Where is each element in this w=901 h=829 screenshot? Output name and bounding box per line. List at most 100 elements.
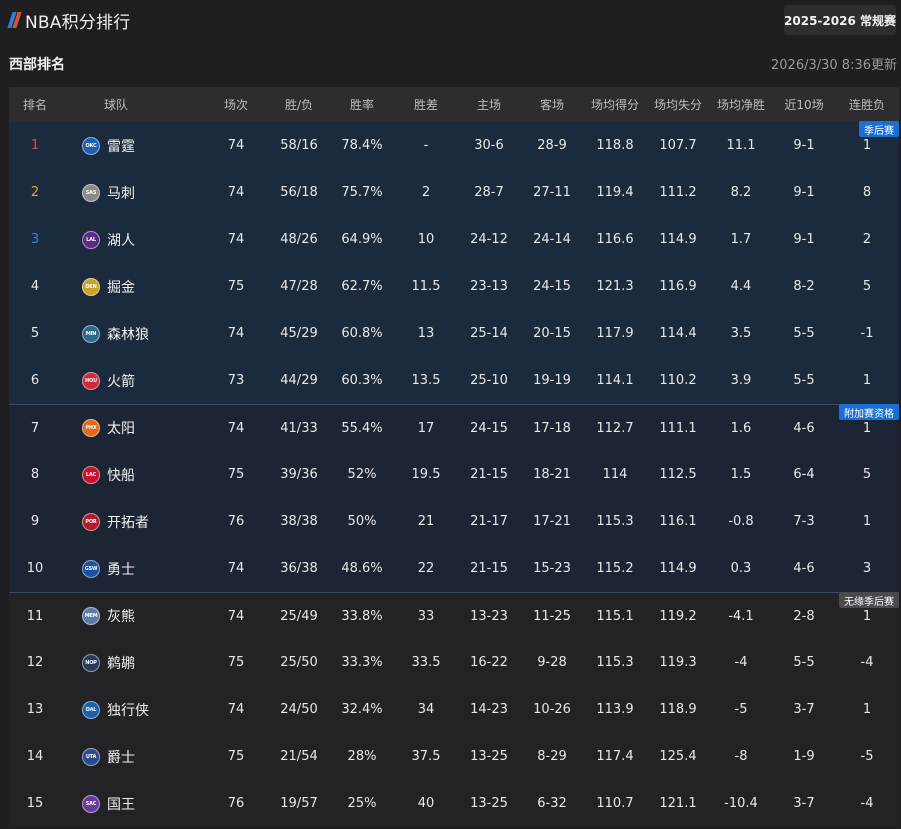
team-cell[interactable]: MIN 森林狼 — [82, 310, 192, 357]
last10-cell: 7-3 — [793, 514, 815, 529]
home-cell: 23-13 — [470, 279, 508, 294]
streak-cell: 1 — [862, 373, 872, 388]
team-cell[interactable]: UTA 爵士 — [82, 733, 192, 780]
team-name[interactable]: 马刺 — [107, 183, 135, 203]
table-row[interactable]: 12 NOP 鹈鹕 75 25/50 33.3% 33.5 16-22 9-28 115.3 119… — [9, 639, 899, 686]
table-row[interactable]: 8 LAC 快船 75 39/36 52% 19.5 21-15 18-21 114 112.5 1.… — [9, 451, 899, 498]
rank-cell: 9 — [30, 514, 40, 529]
team-cell[interactable]: POR 开拓者 — [82, 498, 192, 545]
diff-cell: 0.3 — [730, 561, 752, 576]
streak-cell: 5 — [862, 467, 872, 482]
team-cell[interactable]: LAC 快船 — [82, 451, 192, 498]
opp-cell: 110.2 — [659, 373, 697, 388]
home-cell: 25-14 — [470, 326, 508, 341]
page-title: NBA积分排行 — [25, 13, 131, 33]
table-row[interactable]: 3 LAL 湖人 74 48/26 64.9% 10 24-12 24-14 116.6 114.9… — [9, 216, 899, 263]
streak-cell: 2 — [862, 232, 872, 247]
team-name[interactable]: 掘金 — [107, 277, 135, 297]
team-name[interactable]: 独行侠 — [107, 700, 149, 720]
team-cell[interactable]: GSW 勇士 — [82, 545, 192, 592]
gb-cell: 10 — [417, 232, 435, 247]
games-cell: 74 — [227, 185, 245, 200]
away-cell: 6-32 — [537, 796, 567, 811]
team-logo-icon: GSW — [82, 559, 100, 578]
wl-cell: 25/50 — [280, 655, 318, 670]
table-row[interactable]: 6 HOU 火箭 73 44/29 60.3% 13.5 25-10 19-19 114.1 110… — [9, 357, 899, 404]
team-logo-icon: DEN — [82, 277, 100, 296]
team-name[interactable]: 爵士 — [107, 747, 135, 767]
table-row[interactable]: 5 MIN 森林狼 74 45/29 60.8% 13 25-14 20-15 117.9 114.… — [9, 310, 899, 357]
home-cell: 21-15 — [470, 561, 508, 576]
table-row[interactable]: 附加赛资格 7 PHX 太阳 74 41/33 55.4% 17 24-15 17-18 112.7… — [9, 404, 899, 451]
home-cell: 13-23 — [470, 608, 508, 624]
team-cell[interactable]: SAC 国王 — [82, 780, 192, 827]
pct-cell: 33.3% — [341, 655, 383, 670]
team-name[interactable]: 雷霆 — [107, 136, 135, 156]
team-name[interactable]: 火箭 — [107, 371, 135, 391]
table-row[interactable]: 季后赛 1 OKC 雷霆 74 58/16 78.4% - 30-6 28-9 118.8 107.7… — [9, 121, 899, 169]
pct-cell: 33.8% — [341, 608, 383, 624]
last10-cell: 8-2 — [793, 279, 815, 294]
team-name[interactable]: 开拓者 — [107, 512, 149, 532]
gb-cell: 13 — [417, 326, 435, 341]
table-row[interactable]: 13 DAL 独行侠 74 24/50 32.4% 34 14-23 10-26 113.9 118… — [9, 686, 899, 733]
team-cell[interactable]: NOP 鹈鹕 — [82, 639, 192, 686]
zone-badge-out: 无缘季后赛 — [839, 592, 899, 608]
pct-cell: 75.7% — [341, 185, 383, 200]
diff-cell: 3.9 — [730, 373, 752, 388]
team-cell[interactable]: HOU 火箭 — [82, 357, 192, 404]
diff-cell: -4.1 — [728, 608, 754, 624]
table-row[interactable]: 10 GSW 勇士 74 36/38 48.6% 22 21-15 15-23 115.2 114.… — [9, 545, 899, 592]
team-cell[interactable]: DEN 掘金 — [82, 263, 192, 310]
team-name[interactable]: 国王 — [107, 794, 135, 814]
gb-cell: 11.5 — [411, 279, 441, 294]
team-logo-icon: SAS — [82, 183, 100, 202]
team-name[interactable]: 太阳 — [107, 418, 135, 438]
team-cell[interactable]: DAL 独行侠 — [82, 686, 192, 733]
games-cell: 75 — [227, 749, 245, 764]
brand-stripe-icon — [7, 12, 22, 28]
team-cell[interactable]: LAL 湖人 — [82, 216, 192, 263]
games-cell: 73 — [227, 373, 245, 388]
games-cell: 74 — [227, 702, 245, 717]
away-cell: 10-26 — [533, 702, 571, 717]
team-name[interactable]: 湖人 — [107, 230, 135, 250]
opp-cell: 119.3 — [659, 655, 697, 670]
team-name[interactable]: 灰熊 — [107, 606, 135, 626]
diff-cell: 4.4 — [730, 279, 752, 294]
table-row[interactable]: 14 UTA 爵士 75 21/54 28% 37.5 13-25 8-29 117.4 125.4… — [9, 733, 899, 780]
away-cell: 8-29 — [537, 749, 567, 764]
table-row[interactable]: 2 SAS 马刺 74 56/18 75.7% 2 28-7 27-11 119.4 111.2 8.… — [9, 169, 899, 216]
team-name[interactable]: 快船 — [107, 465, 135, 485]
team-cell[interactable]: SAS 马刺 — [82, 169, 192, 216]
home-cell: 13-25 — [470, 749, 508, 764]
table-row[interactable]: 15 SAC 国王 76 19/57 25% 40 13-25 6-32 110.7 121.1 -1… — [9, 780, 899, 827]
team-name[interactable]: 勇士 — [107, 559, 135, 579]
table-row[interactable]: 9 POR 开拓者 76 38/38 50% 21 21-17 17-21 115.3 116.1 -… — [9, 498, 899, 545]
table-row[interactable]: 无缘季后赛 11 MEM 灰熊 74 25/49 33.8% 33 13-23 11-25 115.… — [9, 592, 899, 639]
team-cell[interactable]: OKC 雷霆 — [82, 122, 192, 169]
season-select-button[interactable]: 2025-2026 常规赛 — [784, 5, 896, 35]
team-name[interactable]: 鹈鹕 — [107, 653, 135, 673]
wl-cell: 41/33 — [280, 420, 318, 436]
home-cell: 14-23 — [470, 702, 508, 717]
ppg-cell: 118.8 — [596, 138, 634, 153]
opp-cell: 119.2 — [659, 608, 697, 624]
home-cell: 25-10 — [470, 373, 508, 388]
team-logo-icon: LAL — [82, 230, 100, 249]
ppg-cell: 113.9 — [596, 702, 634, 717]
team-logo-icon: OKC — [82, 136, 100, 155]
team-name[interactable]: 森林狼 — [107, 324, 149, 344]
last10-cell: 9-1 — [793, 232, 815, 247]
team-cell[interactable]: PHX 太阳 — [82, 405, 192, 451]
column-header-streak: 连胜负 — [848, 98, 885, 112]
home-cell: 28-7 — [474, 185, 504, 200]
gb-cell: 33 — [417, 608, 435, 624]
home-cell: 21-15 — [470, 467, 508, 482]
table-row[interactable]: 4 DEN 掘金 75 47/28 62.7% 11.5 23-13 24-15 121.3 116… — [9, 263, 899, 310]
rank-cell: 2 — [30, 185, 40, 200]
team-logo-icon: PHX — [82, 419, 100, 437]
games-cell: 74 — [227, 138, 245, 153]
team-cell[interactable]: MEM 灰熊 — [82, 593, 192, 639]
home-cell: 16-22 — [470, 655, 508, 670]
